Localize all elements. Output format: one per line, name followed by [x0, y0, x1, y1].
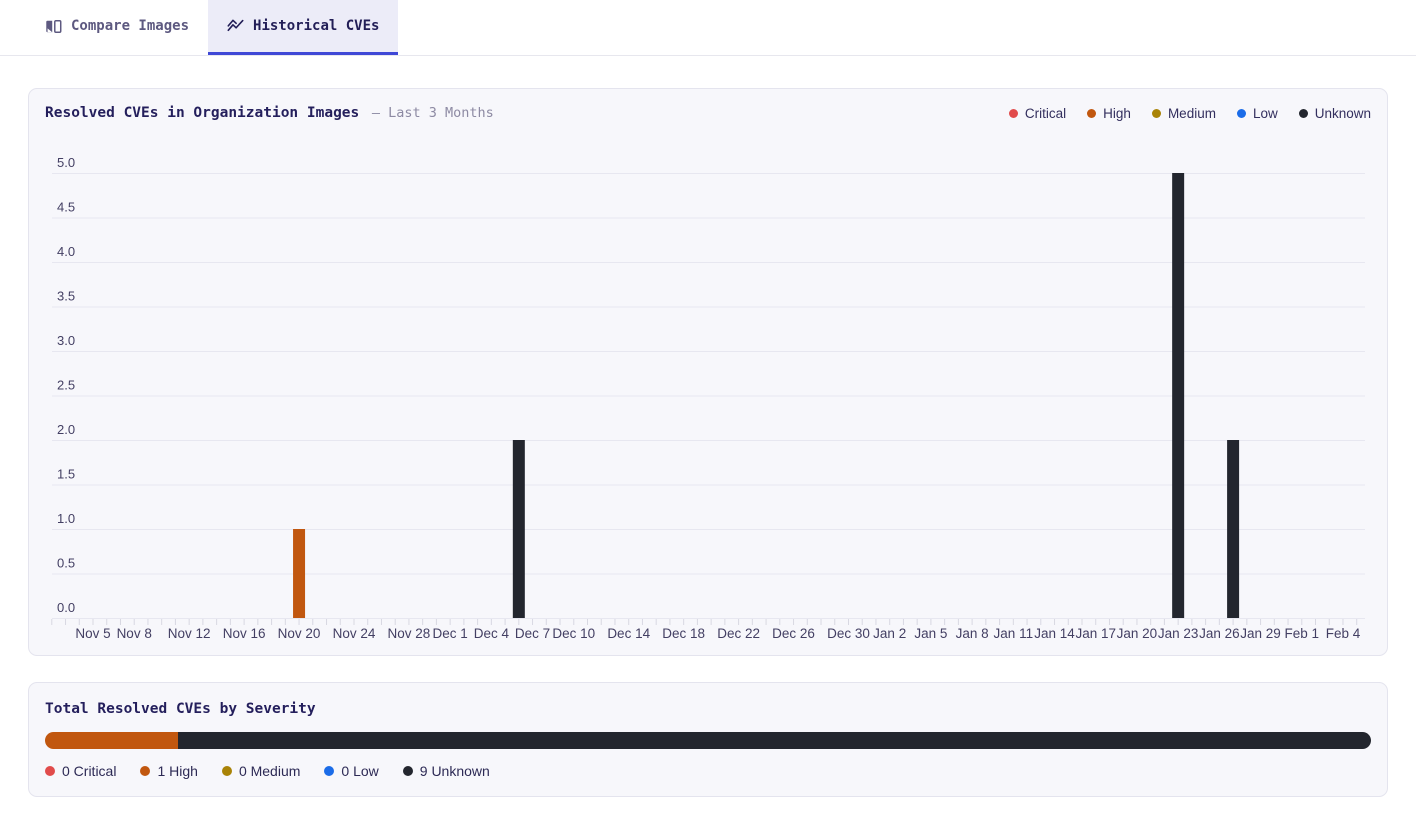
- totals-legend: 0 Critical 1 High 0 Medium 0 Low 9 Unknown: [45, 763, 1371, 779]
- x-tick-label-jan-14: Jan 14: [1034, 626, 1075, 641]
- bar-segment-high: [45, 732, 178, 749]
- x-tick-label-jan-2: Jan 2: [873, 626, 906, 641]
- compare-images-icon: [45, 18, 62, 35]
- y-tick-label-1.0: 1.0: [57, 511, 75, 526]
- x-tick-label-jan-23: Jan 23: [1158, 626, 1199, 641]
- x-tick-label-nov-20: Nov 20: [278, 626, 321, 641]
- tab-compare-images[interactable]: Compare Images: [26, 0, 208, 55]
- x-tick-label-jan-17: Jan 17: [1075, 626, 1116, 641]
- bar-segment-unknown: [178, 732, 1371, 749]
- bar-unknown-jan-27[interactable]: [1227, 440, 1239, 618]
- legend-item-high: High: [1087, 106, 1131, 121]
- y-tick-label-4.0: 4.0: [57, 244, 75, 259]
- tab-historical-cves[interactable]: Historical CVEs: [208, 0, 398, 55]
- chart-card-header: Resolved CVEs in Organization Images — L…: [45, 104, 1371, 122]
- y-tick-label-3.5: 3.5: [57, 289, 75, 304]
- unknown-label: Unknown: [1315, 106, 1371, 121]
- x-tick-label-feb-1: Feb 1: [1285, 626, 1320, 641]
- tab-bar: Compare Images Historical CVEs: [0, 0, 1416, 56]
- chart-legend: Critical High Medium Low Unknown: [1009, 106, 1371, 121]
- legend-item-medium: Medium: [1152, 106, 1216, 121]
- x-tick-label-dec-22: Dec 22: [717, 626, 760, 641]
- x-tick-label-dec-14: Dec 14: [607, 626, 650, 641]
- x-tick-label-jan-8: Jan 8: [956, 626, 989, 641]
- chart-subtitle: — Last 3 Months: [364, 105, 494, 121]
- legend-item-unknown: Unknown: [1299, 106, 1371, 121]
- x-tick-label-jan-26: Jan 26: [1199, 626, 1240, 641]
- legend-item-total-critical: 0 Critical: [45, 763, 116, 779]
- legend-item-total-low: 0 Low: [324, 763, 378, 779]
- legend-item-critical: Critical: [1009, 106, 1066, 121]
- low-dot: [1237, 109, 1246, 118]
- y-tick-label-0.5: 0.5: [57, 556, 75, 571]
- x-tick-label-jan-5: Jan 5: [914, 626, 947, 641]
- total-high-dot: [140, 766, 150, 776]
- legend-item-total-medium: 0 Medium: [222, 763, 300, 779]
- bar-high-nov-20[interactable]: [293, 529, 305, 618]
- total-low-dot: [324, 766, 334, 776]
- x-tick-label-dec-26: Dec 26: [772, 626, 815, 641]
- tab-historical-cves-label: Historical CVEs: [253, 18, 379, 34]
- total-critical-label: 0 Critical: [62, 763, 116, 779]
- y-tick-label-5.0: 5.0: [57, 155, 75, 170]
- x-tick-label-jan-20: Jan 20: [1117, 626, 1158, 641]
- y-tick-label-4.5: 4.5: [57, 200, 75, 215]
- x-tick-label-dec-1: Dec 1: [433, 626, 468, 641]
- x-tick-label-feb-4: Feb 4: [1326, 626, 1361, 641]
- x-tick-label-dec-7: Dec 7: [515, 626, 550, 641]
- bar-unknown-dec-6[interactable]: [513, 440, 525, 618]
- y-tick-label-0.0: 0.0: [57, 600, 75, 615]
- totals-card: Total Resolved CVEs by Severity 0 Critic…: [28, 682, 1388, 797]
- total-low-label: 0 Low: [341, 763, 378, 779]
- tab-compare-images-label: Compare Images: [71, 18, 189, 34]
- unknown-dot: [1299, 109, 1308, 118]
- severity-stacked-bar: [45, 732, 1371, 749]
- medium-label: Medium: [1168, 106, 1216, 121]
- x-tick-label-jan-29: Jan 29: [1240, 626, 1281, 641]
- chart-title: Resolved CVEs in Organization Images: [45, 105, 359, 121]
- total-medium-dot: [222, 766, 232, 776]
- y-tick-label-1.5: 1.5: [57, 467, 75, 482]
- y-tick-label-2.5: 2.5: [57, 378, 75, 393]
- totals-title: Total Resolved CVEs by Severity: [45, 701, 1371, 717]
- x-tick-label-nov-28: Nov 28: [388, 626, 431, 641]
- low-label: Low: [1253, 106, 1278, 121]
- critical-dot: [1009, 109, 1018, 118]
- x-tick-label-nov-12: Nov 12: [168, 626, 211, 641]
- bar-unknown-jan-23[interactable]: [1172, 173, 1184, 618]
- x-tick-label-dec-4: Dec 4: [474, 626, 510, 641]
- total-unknown-dot: [403, 766, 413, 776]
- x-tick-label-dec-18: Dec 18: [662, 626, 705, 641]
- x-tick-label-nov-16: Nov 16: [223, 626, 266, 641]
- high-dot: [1087, 109, 1096, 118]
- total-medium-label: 0 Medium: [239, 763, 300, 779]
- total-unknown-label: 9 Unknown: [420, 763, 490, 779]
- chart-title-group: Resolved CVEs in Organization Images — L…: [45, 104, 494, 122]
- x-tick-label-nov-24: Nov 24: [333, 626, 376, 641]
- x-tick-label-nov-8: Nov 8: [117, 626, 152, 641]
- total-critical-dot: [45, 766, 55, 776]
- x-tick-label-dec-30: Dec 30: [827, 626, 870, 641]
- y-tick-label-2.0: 2.0: [57, 422, 75, 437]
- legend-item-low: Low: [1237, 106, 1278, 121]
- resolved-cves-chart-card: Resolved CVEs in Organization Images — L…: [28, 88, 1388, 656]
- medium-dot: [1152, 109, 1161, 118]
- legend-item-total-unknown: 9 Unknown: [403, 763, 490, 779]
- y-tick-label-3.0: 3.0: [57, 333, 75, 348]
- total-high-label: 1 High: [157, 763, 197, 779]
- critical-label: Critical: [1025, 106, 1066, 121]
- x-tick-label-jan-11: Jan 11: [994, 626, 1034, 641]
- cve-history-chart: 0.0 0.5 1.0 1.5 2.0 2.5 3.0 3.5 4.0 4.5 5.0 Nov 5 No…: [29, 89, 1388, 655]
- x-tick-label-nov-5: Nov 5: [75, 626, 110, 641]
- legend-item-total-high: 1 High: [140, 763, 197, 779]
- high-label: High: [1103, 106, 1131, 121]
- x-tick-label-dec-10: Dec 10: [552, 626, 595, 641]
- line-chart-icon: [227, 18, 244, 35]
